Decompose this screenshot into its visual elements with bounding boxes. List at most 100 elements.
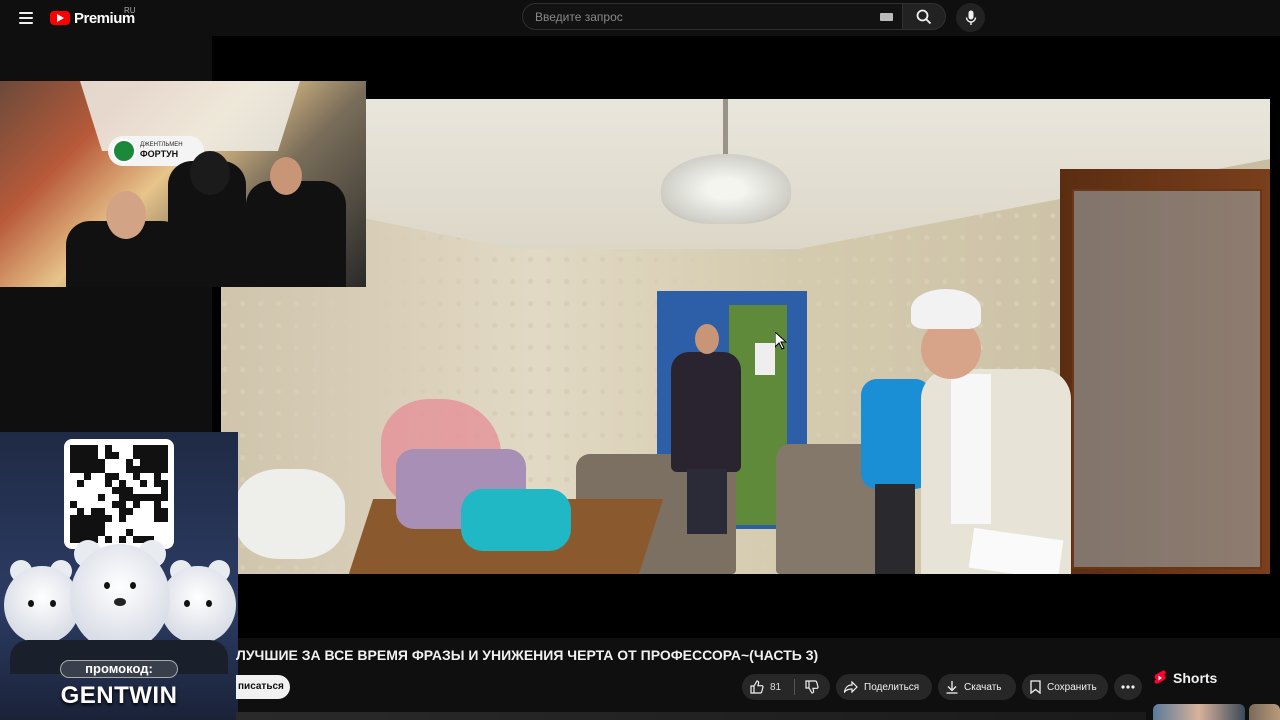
- qr-module: [154, 480, 161, 487]
- qr-module: [77, 508, 84, 515]
- qr-module: [147, 494, 154, 501]
- badge-large-text: ФОРТУН: [140, 149, 179, 160]
- qr-module: [147, 480, 154, 487]
- qr-module: [147, 459, 154, 466]
- qr-module: [126, 487, 133, 494]
- qr-module: [126, 515, 133, 522]
- qr-module: [126, 466, 133, 473]
- short-thumbnail[interactable]: [1153, 704, 1245, 720]
- webcam-person-right: [246, 181, 346, 287]
- qr-module: [77, 480, 84, 487]
- qr-module: [133, 522, 140, 529]
- keyboard-icon[interactable]: [880, 13, 893, 21]
- qr-module: [84, 494, 91, 501]
- promo-banner: промокод: GENTWIN: [0, 432, 238, 720]
- qr-module: [77, 473, 84, 480]
- qr-module: [84, 529, 91, 536]
- qr-module: [126, 529, 133, 536]
- qr-module: [112, 529, 119, 536]
- qr-module: [98, 466, 105, 473]
- promo-code: GENTWIN: [60, 682, 178, 709]
- qr-module: [112, 452, 119, 459]
- qr-module: [77, 515, 84, 522]
- qr-module: [154, 508, 161, 515]
- video-frame[interactable]: [221, 99, 1270, 574]
- share-button[interactable]: Поделиться: [836, 674, 932, 700]
- qr-module: [84, 501, 91, 508]
- subscribe-button[interactable]: писаться: [236, 675, 290, 699]
- qr-module: [77, 459, 84, 466]
- download-label: Скачать: [964, 681, 1002, 693]
- streamer-webcam: ДЖЕНТЛЬМЕН ФОРТУН: [0, 81, 366, 287]
- mouse-cursor-icon: [775, 332, 787, 350]
- qr-module: [112, 487, 119, 494]
- search-box: [522, 3, 946, 30]
- short-thumbnail[interactable]: [1249, 704, 1280, 720]
- save-button[interactable]: Сохранить: [1022, 674, 1108, 700]
- qr-module: [133, 473, 140, 480]
- qr-module: [91, 508, 98, 515]
- qr-module: [154, 445, 161, 452]
- qr-module: [147, 508, 154, 515]
- qr-module: [98, 515, 105, 522]
- youtube-play-icon: [50, 11, 70, 25]
- qr-module: [161, 515, 168, 522]
- like-button[interactable]: 81: [742, 674, 794, 700]
- qr-code: [64, 439, 174, 549]
- qr-module: [84, 473, 91, 480]
- qr-module: [77, 522, 84, 529]
- qr-module: [154, 452, 161, 459]
- like-count: 81: [770, 681, 782, 693]
- qr-module: [154, 515, 161, 522]
- qr-module: [112, 522, 119, 529]
- qr-module: [147, 466, 154, 473]
- qr-module: [70, 536, 77, 543]
- shorts-header[interactable]: Shorts: [1153, 670, 1217, 686]
- share-icon: [844, 681, 858, 693]
- download-button[interactable]: Скачать: [938, 674, 1016, 700]
- more-actions-button[interactable]: [1114, 674, 1142, 700]
- qr-module: [91, 445, 98, 452]
- webcam-person-middle-hood: [190, 151, 230, 195]
- qr-module: [70, 459, 77, 466]
- search-button[interactable]: [902, 3, 946, 30]
- bear-eye: [130, 582, 136, 589]
- search-icon: [916, 9, 932, 24]
- qr-module: [77, 445, 84, 452]
- qr-module: [70, 480, 77, 487]
- qr-module: [98, 452, 105, 459]
- qr-module: [91, 501, 98, 508]
- qr-module: [161, 473, 168, 480]
- qr-module: [77, 494, 84, 501]
- hamburger-menu-icon[interactable]: [14, 6, 38, 30]
- youtube-premium-logo[interactable]: Premium: [50, 6, 135, 30]
- voice-search-button[interactable]: [956, 3, 985, 32]
- qr-module: [91, 529, 98, 536]
- qr-module: [147, 452, 154, 459]
- qr-module: [70, 452, 77, 459]
- qr-module: [140, 494, 147, 501]
- qr-module: [119, 529, 126, 536]
- qr-module: [119, 445, 126, 452]
- qr-module: [84, 515, 91, 522]
- video-player[interactable]: [212, 36, 1280, 638]
- qr-module: [126, 522, 133, 529]
- qr-module: [98, 487, 105, 494]
- qr-module: [133, 508, 140, 515]
- qr-module: [161, 508, 168, 515]
- qr-module: [119, 522, 126, 529]
- microphone-icon: [965, 10, 976, 25]
- qr-module: [140, 515, 147, 522]
- scene-person-cap: [891, 289, 1091, 574]
- qr-module: [91, 480, 98, 487]
- qr-module: [140, 529, 147, 536]
- dislike-button[interactable]: [795, 674, 829, 700]
- qr-module: [105, 494, 112, 501]
- qr-module: [161, 522, 168, 529]
- qr-module: [133, 487, 140, 494]
- qr-module: [133, 536, 140, 543]
- qr-module: [147, 501, 154, 508]
- download-icon: [946, 680, 958, 694]
- search-input[interactable]: [522, 3, 902, 30]
- qr-module: [112, 508, 119, 515]
